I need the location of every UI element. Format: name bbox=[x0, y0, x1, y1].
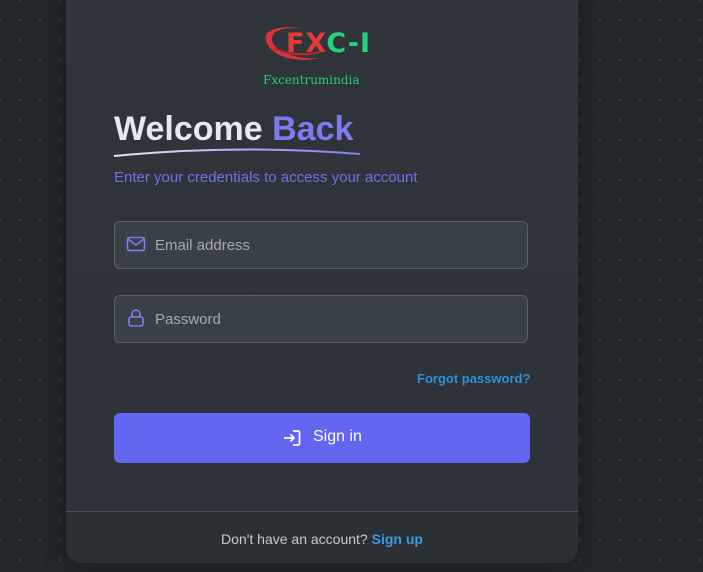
logo-wordmark-rest: C-I bbox=[326, 28, 371, 59]
card-footer: Don't have an account? Sign up bbox=[66, 511, 578, 563]
sign-up-link[interactable]: Sign up bbox=[372, 531, 423, 547]
footer-text: Don't have an account? Sign up bbox=[66, 531, 578, 547]
email-field[interactable] bbox=[114, 221, 528, 269]
logo-wordmark: FXC-I bbox=[286, 28, 371, 59]
mail-icon bbox=[126, 236, 146, 252]
brand-logo: FXC-I Fxcentrumindia bbox=[258, 22, 378, 88]
title-part-1: Welcome bbox=[114, 110, 273, 148]
logo-wordmark-fx: FX bbox=[286, 28, 327, 59]
password-input[interactable] bbox=[155, 296, 515, 342]
page-subtitle: Enter your credentials to access your ac… bbox=[114, 169, 418, 186]
page-title: Welcome Back bbox=[114, 110, 353, 149]
login-icon bbox=[284, 430, 301, 446]
email-input[interactable] bbox=[155, 222, 515, 268]
sign-in-label: Sign in bbox=[313, 428, 362, 445]
logo-subtitle: Fxcentrumindia bbox=[263, 73, 360, 87]
title-part-2: Back bbox=[272, 110, 354, 148]
lock-icon bbox=[128, 309, 144, 327]
password-field[interactable] bbox=[114, 295, 528, 343]
forgot-password-link[interactable]: Forgot password? bbox=[417, 371, 530, 386]
sign-in-button[interactable]: Sign in bbox=[114, 413, 530, 463]
title-underline bbox=[113, 148, 361, 157]
footer-prompt: Don't have an account? bbox=[221, 531, 372, 547]
